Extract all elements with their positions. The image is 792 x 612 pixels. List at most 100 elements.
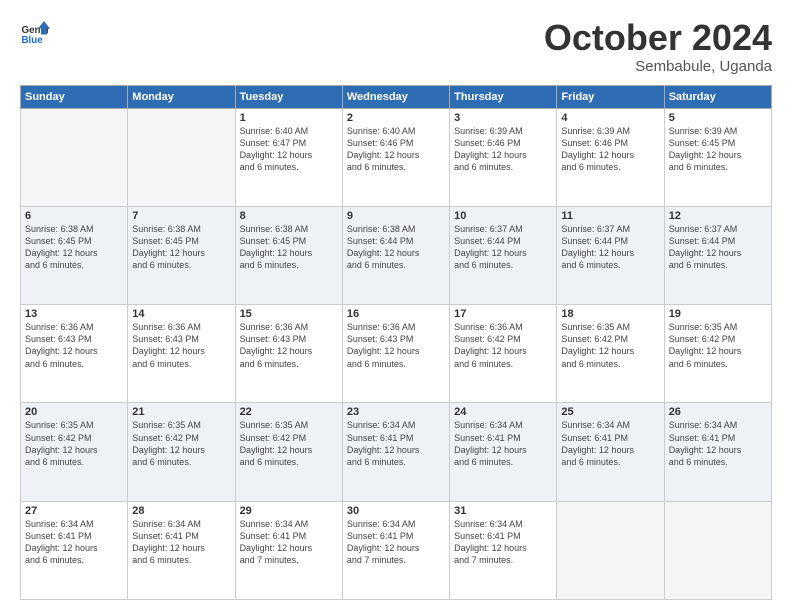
table-row — [664, 501, 771, 599]
table-row: 15Sunrise: 6:36 AM Sunset: 6:43 PM Dayli… — [235, 305, 342, 403]
day-info: Sunrise: 6:37 AM Sunset: 6:44 PM Dayligh… — [669, 223, 767, 272]
table-row: 24Sunrise: 6:34 AM Sunset: 6:41 PM Dayli… — [450, 403, 557, 501]
table-row: 2Sunrise: 6:40 AM Sunset: 6:46 PM Daylig… — [342, 108, 449, 206]
table-row: 4Sunrise: 6:39 AM Sunset: 6:46 PM Daylig… — [557, 108, 664, 206]
table-row: 10Sunrise: 6:37 AM Sunset: 6:44 PM Dayli… — [450, 206, 557, 304]
table-row — [557, 501, 664, 599]
day-number: 13 — [25, 308, 123, 320]
col-monday: Monday — [128, 85, 235, 108]
table-row: 14Sunrise: 6:36 AM Sunset: 6:43 PM Dayli… — [128, 305, 235, 403]
day-info: Sunrise: 6:34 AM Sunset: 6:41 PM Dayligh… — [347, 419, 445, 468]
day-info: Sunrise: 6:34 AM Sunset: 6:41 PM Dayligh… — [561, 419, 659, 468]
table-row: 21Sunrise: 6:35 AM Sunset: 6:42 PM Dayli… — [128, 403, 235, 501]
day-info: Sunrise: 6:39 AM Sunset: 6:46 PM Dayligh… — [454, 125, 552, 174]
calendar-week-row: 6Sunrise: 6:38 AM Sunset: 6:45 PM Daylig… — [21, 206, 772, 304]
day-info: Sunrise: 6:36 AM Sunset: 6:43 PM Dayligh… — [240, 321, 338, 370]
day-number: 16 — [347, 308, 445, 320]
day-number: 4 — [561, 112, 659, 124]
month-title: October 2024 — [544, 18, 772, 58]
svg-text:Blue: Blue — [22, 35, 44, 46]
day-info: Sunrise: 6:38 AM Sunset: 6:44 PM Dayligh… — [347, 223, 445, 272]
day-info: Sunrise: 6:37 AM Sunset: 6:44 PM Dayligh… — [561, 223, 659, 272]
day-info: Sunrise: 6:39 AM Sunset: 6:45 PM Dayligh… — [669, 125, 767, 174]
day-info: Sunrise: 6:40 AM Sunset: 6:46 PM Dayligh… — [347, 125, 445, 174]
day-info: Sunrise: 6:38 AM Sunset: 6:45 PM Dayligh… — [240, 223, 338, 272]
day-number: 19 — [669, 308, 767, 320]
table-row: 13Sunrise: 6:36 AM Sunset: 6:43 PM Dayli… — [21, 305, 128, 403]
table-row — [21, 108, 128, 206]
table-row: 20Sunrise: 6:35 AM Sunset: 6:42 PM Dayli… — [21, 403, 128, 501]
day-number: 8 — [240, 210, 338, 222]
day-number: 9 — [347, 210, 445, 222]
day-number: 15 — [240, 308, 338, 320]
day-number: 14 — [132, 308, 230, 320]
calendar-week-row: 1Sunrise: 6:40 AM Sunset: 6:47 PM Daylig… — [21, 108, 772, 206]
day-number: 11 — [561, 210, 659, 222]
day-info: Sunrise: 6:35 AM Sunset: 6:42 PM Dayligh… — [132, 419, 230, 468]
col-tuesday: Tuesday — [235, 85, 342, 108]
day-info: Sunrise: 6:36 AM Sunset: 6:43 PM Dayligh… — [132, 321, 230, 370]
table-row: 23Sunrise: 6:34 AM Sunset: 6:41 PM Dayli… — [342, 403, 449, 501]
day-number: 22 — [240, 406, 338, 418]
table-row: 28Sunrise: 6:34 AM Sunset: 6:41 PM Dayli… — [128, 501, 235, 599]
day-number: 2 — [347, 112, 445, 124]
table-row: 30Sunrise: 6:34 AM Sunset: 6:41 PM Dayli… — [342, 501, 449, 599]
table-row: 18Sunrise: 6:35 AM Sunset: 6:42 PM Dayli… — [557, 305, 664, 403]
table-row: 5Sunrise: 6:39 AM Sunset: 6:45 PM Daylig… — [664, 108, 771, 206]
col-thursday: Thursday — [450, 85, 557, 108]
table-row: 29Sunrise: 6:34 AM Sunset: 6:41 PM Dayli… — [235, 501, 342, 599]
day-info: Sunrise: 6:36 AM Sunset: 6:42 PM Dayligh… — [454, 321, 552, 370]
col-wednesday: Wednesday — [342, 85, 449, 108]
title-area: October 2024 Sembabule, Uganda — [544, 18, 772, 75]
day-info: Sunrise: 6:36 AM Sunset: 6:43 PM Dayligh… — [347, 321, 445, 370]
table-row: 27Sunrise: 6:34 AM Sunset: 6:41 PM Dayli… — [21, 501, 128, 599]
calendar-week-row: 13Sunrise: 6:36 AM Sunset: 6:43 PM Dayli… — [21, 305, 772, 403]
day-number: 21 — [132, 406, 230, 418]
day-number: 29 — [240, 505, 338, 517]
day-info: Sunrise: 6:36 AM Sunset: 6:43 PM Dayligh… — [25, 321, 123, 370]
day-number: 6 — [25, 210, 123, 222]
calendar-week-row: 20Sunrise: 6:35 AM Sunset: 6:42 PM Dayli… — [21, 403, 772, 501]
day-info: Sunrise: 6:35 AM Sunset: 6:42 PM Dayligh… — [561, 321, 659, 370]
day-info: Sunrise: 6:34 AM Sunset: 6:41 PM Dayligh… — [669, 419, 767, 468]
day-info: Sunrise: 6:34 AM Sunset: 6:41 PM Dayligh… — [454, 419, 552, 468]
day-number: 23 — [347, 406, 445, 418]
table-row: 8Sunrise: 6:38 AM Sunset: 6:45 PM Daylig… — [235, 206, 342, 304]
table-row: 25Sunrise: 6:34 AM Sunset: 6:41 PM Dayli… — [557, 403, 664, 501]
table-row: 19Sunrise: 6:35 AM Sunset: 6:42 PM Dayli… — [664, 305, 771, 403]
table-row: 17Sunrise: 6:36 AM Sunset: 6:42 PM Dayli… — [450, 305, 557, 403]
day-info: Sunrise: 6:39 AM Sunset: 6:46 PM Dayligh… — [561, 125, 659, 174]
day-number: 1 — [240, 112, 338, 124]
table-row: 1Sunrise: 6:40 AM Sunset: 6:47 PM Daylig… — [235, 108, 342, 206]
day-info: Sunrise: 6:34 AM Sunset: 6:41 PM Dayligh… — [25, 518, 123, 567]
day-info: Sunrise: 6:35 AM Sunset: 6:42 PM Dayligh… — [240, 419, 338, 468]
day-number: 30 — [347, 505, 445, 517]
logo-icon: General Blue — [20, 18, 50, 48]
calendar-table: Sunday Monday Tuesday Wednesday Thursday… — [20, 85, 772, 600]
location-subtitle: Sembabule, Uganda — [544, 58, 772, 75]
day-number: 27 — [25, 505, 123, 517]
day-info: Sunrise: 6:34 AM Sunset: 6:41 PM Dayligh… — [454, 518, 552, 567]
day-number: 24 — [454, 406, 552, 418]
day-info: Sunrise: 6:35 AM Sunset: 6:42 PM Dayligh… — [669, 321, 767, 370]
table-row: 22Sunrise: 6:35 AM Sunset: 6:42 PM Dayli… — [235, 403, 342, 501]
day-number: 25 — [561, 406, 659, 418]
day-number: 31 — [454, 505, 552, 517]
table-row: 16Sunrise: 6:36 AM Sunset: 6:43 PM Dayli… — [342, 305, 449, 403]
table-row: 9Sunrise: 6:38 AM Sunset: 6:44 PM Daylig… — [342, 206, 449, 304]
day-info: Sunrise: 6:38 AM Sunset: 6:45 PM Dayligh… — [132, 223, 230, 272]
day-number: 20 — [25, 406, 123, 418]
table-row: 3Sunrise: 6:39 AM Sunset: 6:46 PM Daylig… — [450, 108, 557, 206]
day-number: 17 — [454, 308, 552, 320]
day-info: Sunrise: 6:34 AM Sunset: 6:41 PM Dayligh… — [240, 518, 338, 567]
table-row: 26Sunrise: 6:34 AM Sunset: 6:41 PM Dayli… — [664, 403, 771, 501]
day-info: Sunrise: 6:35 AM Sunset: 6:42 PM Dayligh… — [25, 419, 123, 468]
day-number: 3 — [454, 112, 552, 124]
col-sunday: Sunday — [21, 85, 128, 108]
table-row — [128, 108, 235, 206]
day-info: Sunrise: 6:38 AM Sunset: 6:45 PM Dayligh… — [25, 223, 123, 272]
day-info: Sunrise: 6:37 AM Sunset: 6:44 PM Dayligh… — [454, 223, 552, 272]
day-number: 12 — [669, 210, 767, 222]
day-number: 28 — [132, 505, 230, 517]
calendar-header-row: Sunday Monday Tuesday Wednesday Thursday… — [21, 85, 772, 108]
